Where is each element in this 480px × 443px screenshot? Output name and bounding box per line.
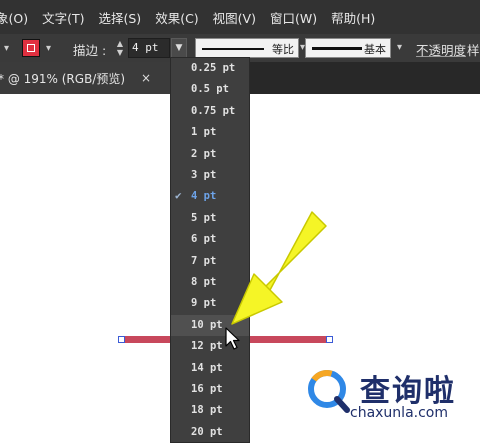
watermark-url: chaxunla.com (350, 405, 448, 421)
watermark: 查询啦 chaxunla.com (300, 360, 480, 443)
watermark-title: 查询啦 (360, 374, 456, 409)
mouse-cursor-icon (225, 327, 240, 350)
watermark-logo-icon (308, 370, 350, 413)
